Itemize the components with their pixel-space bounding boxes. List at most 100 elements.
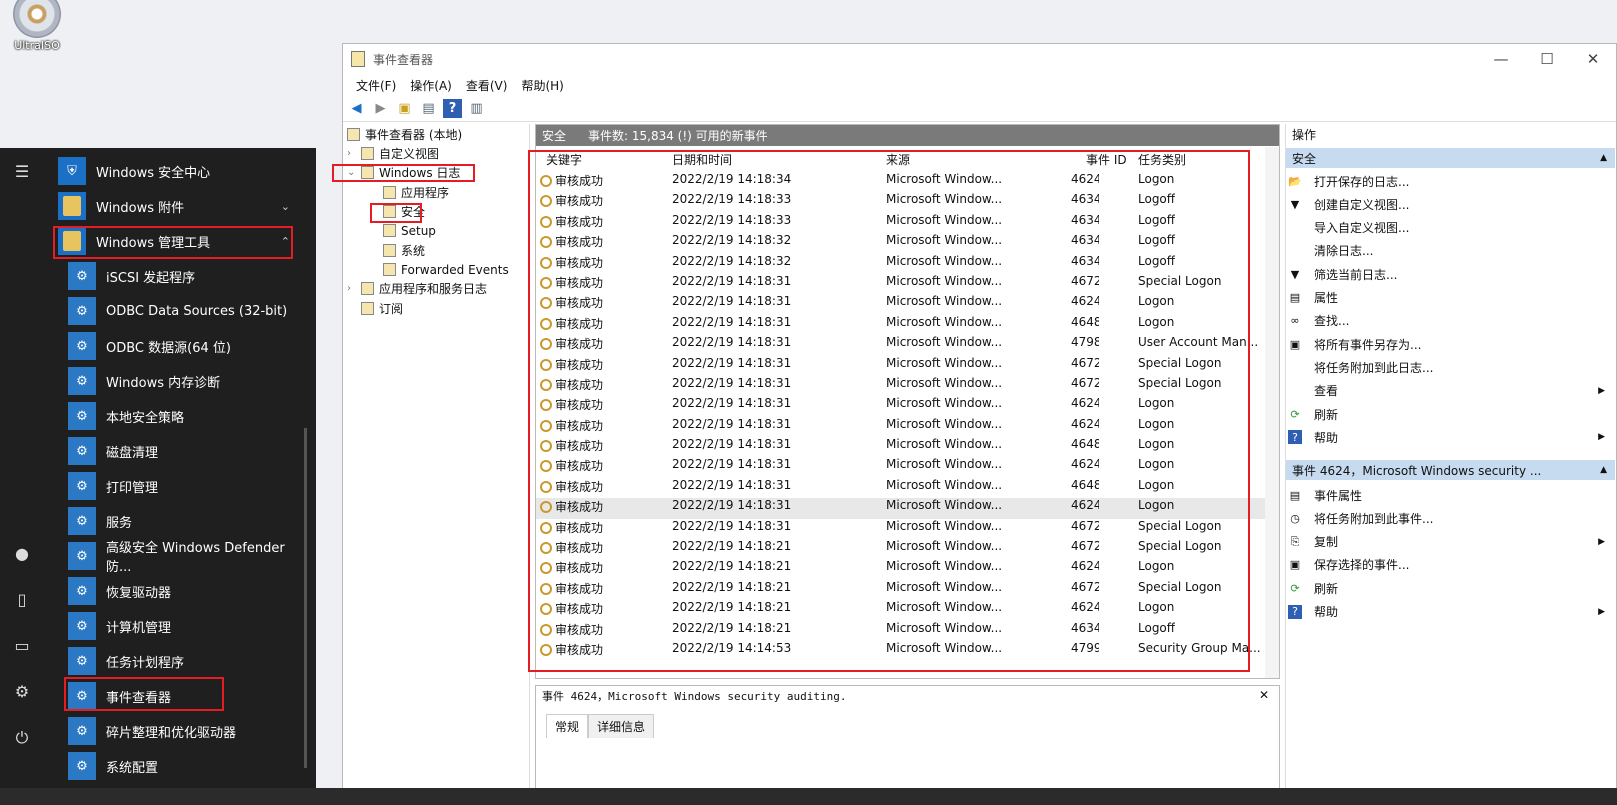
menu-view[interactable]: 查看(V) <box>459 77 515 94</box>
chevron-down-icon[interactable]: ⌄ <box>281 200 290 213</box>
start-scrollbar[interactable] <box>304 428 307 768</box>
tab-general[interactable]: 常规 <box>546 714 589 738</box>
action-pane-icon[interactable]: ▥ <box>467 99 486 118</box>
admin-tool-icon: ⚙ <box>68 647 96 675</box>
chevron-right-icon[interactable]: › <box>347 148 361 159</box>
action-item[interactable]: ▤ 事件属性 <box>1288 484 1615 506</box>
action-item[interactable]: ? 帮助 ▶ <box>1288 601 1615 623</box>
action-item[interactable]: 📂 打开保存的日志... <box>1288 170 1615 192</box>
admin-tool-icon: ⚙ <box>68 507 96 535</box>
help-icon[interactable]: ? <box>443 99 462 118</box>
document-icon[interactable]: ▯ <box>8 590 36 609</box>
start-item-label: 打印管理 <box>106 480 159 496</box>
action-item[interactable]: ? 帮助 ▶ <box>1288 426 1615 448</box>
start-item[interactable]: ⚙ 磁盘清理 <box>68 434 304 468</box>
tree-forwarded-events[interactable]: Forwarded Events <box>383 260 509 279</box>
tree-app-service-logs[interactable]: › 应用程序和服务日志 <box>347 279 487 298</box>
shield-icon: ⛨ <box>58 157 86 185</box>
list-scrollbar[interactable] <box>1265 147 1279 678</box>
start-item[interactable]: ⚙ iSCSI 发起程序 <box>68 259 304 293</box>
start-item[interactable]: ⚙ 打印管理 <box>68 469 304 503</box>
tree-application[interactable]: 应用程序 <box>383 183 449 202</box>
forward-icon[interactable]: ▶ <box>371 99 390 118</box>
actions-section-log[interactable]: 安全 ▲ <box>1286 148 1615 168</box>
action-item[interactable]: ⎘ 复制 ▶ <box>1288 531 1615 553</box>
help-icon: ? <box>1288 430 1302 445</box>
start-item[interactable]: ⚙ 高级安全 Windows Defender 防... <box>68 539 304 575</box>
highlight-box-admin-tools <box>53 226 293 259</box>
title-bar[interactable]: 事件查看器 — ☐ ✕ <box>343 44 1616 74</box>
back-icon[interactable]: ◀ <box>347 99 366 118</box>
pictures-icon[interactable]: ▭ <box>8 636 36 655</box>
start-item[interactable]: ⚙ 系统配置 <box>68 749 304 783</box>
save-icon: ▣ <box>1289 337 1301 351</box>
toolbar: ◀ ▶ ▣ ▤ ? ▥ <box>343 96 1616 122</box>
minimize-button[interactable]: — <box>1478 44 1524 74</box>
save-icon: ▣ <box>1289 558 1301 572</box>
menu-help[interactable]: 帮助(H) <box>514 77 570 94</box>
start-item[interactable]: ⚙ 碎片整理和优化驱动器 <box>68 714 304 748</box>
binoculars-icon: ∞ <box>1290 314 1300 328</box>
help-icon: ? <box>1288 604 1302 619</box>
action-item[interactable]: ▼ 创建自定义视图... <box>1288 193 1615 215</box>
actions-section-event[interactable]: 事件 4624，Microsoft Windows security ... ▲ <box>1286 460 1615 480</box>
properties-icon: ▤ <box>1289 291 1301 304</box>
folder-up-icon[interactable]: ▣ <box>395 99 414 118</box>
action-item[interactable]: ∞ 查找... <box>1288 310 1615 332</box>
tree-root[interactable]: 事件查看器 (本地) <box>347 125 462 144</box>
show-tree-icon[interactable]: ▤ <box>419 99 438 118</box>
navigation-tree: 事件查看器 (本地) › 自定义视图 ⌄ Windows 日志 应用程序 安全 Se… <box>343 124 530 805</box>
action-item[interactable]: 将任务附加到此日志... <box>1288 356 1615 378</box>
tree-custom-views[interactable]: › 自定义视图 <box>347 144 439 163</box>
hamburger-icon[interactable]: ☰ <box>8 162 36 181</box>
start-item[interactable]: ⚙ 本地安全策略 <box>68 399 304 433</box>
submenu-arrow-icon: ▶ <box>1598 385 1605 396</box>
start-item[interactable]: ⚙ Windows 内存诊断 <box>68 364 304 398</box>
action-item[interactable]: ◷ 将任务附加到此事件... <box>1288 507 1615 529</box>
action-item[interactable]: 导入自定义视图... <box>1288 217 1615 239</box>
start-item[interactable]: ⚙ 服务 <box>68 504 304 538</box>
start-item[interactable]: Windows 附件 ⌄ <box>58 189 304 223</box>
action-item[interactable]: ▣ 将所有事件另存为... <box>1288 333 1615 355</box>
start-item[interactable]: ⛨ Windows 安全中心 <box>58 154 304 188</box>
admin-tool-icon: ⚙ <box>68 367 96 395</box>
start-item-label: ODBC Data Sources (32-bit) <box>106 303 288 319</box>
admin-tool-icon: ⚙ <box>68 402 96 430</box>
event-count: 事件数: 15,834 (!) 可用的新事件 <box>588 129 768 143</box>
admin-tool-icon: ⚙ <box>68 437 96 465</box>
start-item[interactable]: ⚙ ODBC 数据源(64 位) <box>68 329 304 363</box>
chevron-right-icon[interactable]: › <box>347 283 361 294</box>
tree-subscriptions[interactable]: 订阅 <box>361 299 403 318</box>
ultraiso-desktop-icon[interactable]: UltraISO <box>4 0 70 52</box>
close-button[interactable]: ✕ <box>1570 44 1616 74</box>
action-item[interactable]: 查看 ▶ <box>1288 380 1615 402</box>
action-item[interactable]: ▤ 属性 <box>1288 287 1615 309</box>
tab-details[interactable]: 详细信息 <box>588 714 655 738</box>
highlight-box-event-viewer <box>64 677 224 711</box>
power-icon[interactable]: ⏻ <box>8 728 36 748</box>
collapse-icon[interactable]: ▲ <box>1600 153 1607 163</box>
start-item[interactable]: ⚙ 任务计划程序 <box>68 644 304 678</box>
action-item[interactable]: 清除日志... <box>1288 240 1615 262</box>
task-icon: ◷ <box>1290 511 1300 525</box>
admin-tool-icon: ⚙ <box>68 542 96 570</box>
highlight-box-windows-logs <box>332 164 475 182</box>
action-item[interactable]: ▣ 保存选择的事件... <box>1288 554 1615 576</box>
start-item[interactable]: ⚙ 计算机管理 <box>68 609 304 643</box>
maximize-button[interactable]: ☐ <box>1524 44 1570 74</box>
user-icon[interactable]: ● <box>8 544 36 563</box>
action-item[interactable]: ⟳ 刷新 <box>1288 403 1615 425</box>
menu-action[interactable]: 操作(A) <box>403 77 459 94</box>
start-item[interactable]: ⚙ 恢复驱动器 <box>68 574 304 608</box>
detail-close-button[interactable]: ✕ <box>1259 688 1269 702</box>
menu-file[interactable]: 文件(F) <box>349 77 403 94</box>
admin-tool-icon: ⚙ <box>68 717 96 745</box>
action-item[interactable]: ⟳ 刷新 <box>1288 577 1615 599</box>
tree-system[interactable]: 系统 <box>383 241 425 260</box>
tree-setup[interactable]: Setup <box>383 221 436 240</box>
admin-tool-icon: ⚙ <box>68 332 96 360</box>
settings-icon[interactable]: ⚙ <box>8 682 36 701</box>
action-item[interactable]: ▼ 筛选当前日志... <box>1288 263 1615 285</box>
start-item[interactable]: ⚙ ODBC Data Sources (32-bit) <box>68 294 304 328</box>
collapse-icon[interactable]: ▲ <box>1600 465 1607 475</box>
